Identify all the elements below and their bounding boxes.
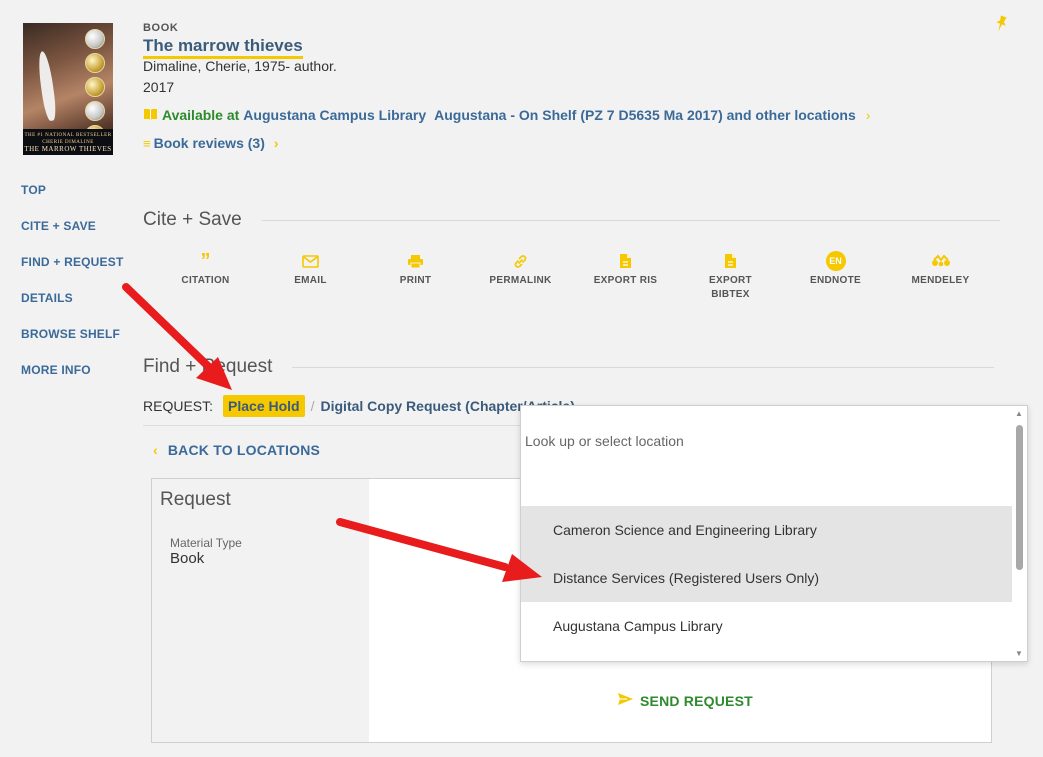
award-medal — [85, 53, 105, 73]
request-form-summary: Request Material Type Book — [152, 479, 369, 742]
material-type-value: Book — [170, 550, 205, 567]
cover-banner: THE #1 NATIONAL BESTSELLER — [24, 133, 112, 138]
cite-save-actions: ” CITATION EMAIL PRINT PERMALINK EXPORT … — [153, 250, 993, 302]
action-label: MENDELEY — [911, 275, 970, 286]
cover-face-paint — [36, 50, 58, 122]
action-label: PRINT — [399, 275, 432, 286]
book-cover-image[interactable]: THE #1 NATIONAL BESTSELLER CHERIE DIMALI… — [23, 23, 113, 155]
cite-save-heading: Cite + Save — [143, 209, 242, 230]
printer-icon — [363, 250, 468, 272]
cite-save-heading-row: Cite + Save — [143, 209, 1000, 231]
chevron-right-icon: › — [273, 135, 279, 151]
mendeley-button[interactable]: MENDELEY — [888, 250, 993, 302]
action-label: EXPORT RIS — [593, 275, 658, 286]
nav-details[interactable]: DETAILS — [21, 288, 123, 324]
book-reviews-link[interactable]: ≡ Book reviews (3) › — [143, 135, 279, 151]
cover-title: THE MARROW THIEVES — [24, 145, 112, 153]
record-type: BOOK — [143, 22, 179, 34]
material-type-label: Material Type — [170, 536, 242, 550]
endnote-button[interactable]: EN ENDNOTE — [783, 250, 888, 302]
find-request-heading-row: Find + Request — [143, 356, 995, 378]
section-divider — [261, 219, 1000, 221]
record-year: 2017 — [143, 79, 175, 95]
action-label: EXPORT BIBTEX — [709, 275, 752, 300]
section-divider — [292, 366, 995, 368]
location-option[interactable]: Distance Services (Registered Users Only… — [521, 554, 1013, 602]
location-dropdown[interactable]: Look up or select location Cameron Scien… — [520, 405, 1028, 662]
location-option[interactable]: Augustana Campus Library — [521, 602, 1013, 650]
request-form-heading: Request — [160, 489, 231, 510]
link-icon — [468, 250, 573, 272]
nav-more-info[interactable]: MORE INFO — [21, 360, 123, 396]
quote-icon: ” — [200, 250, 211, 272]
award-medal — [85, 29, 105, 49]
file-icon — [678, 250, 783, 272]
find-request-heading: Find + Request — [143, 356, 273, 377]
award-medal — [85, 77, 105, 97]
cover-title-band: THE #1 NATIONAL BESTSELLER CHERIE DIMALI… — [23, 129, 113, 155]
book-open-icon — [143, 108, 158, 123]
citation-button[interactable]: ” CITATION — [153, 250, 258, 302]
book-reviews-label: Book reviews (3) — [153, 135, 265, 151]
list-icon: ≡ — [143, 135, 151, 151]
request-type-row: REQUEST: Place Hold / Digital Copy Reque… — [143, 395, 575, 417]
en-badge-icon: EN — [783, 250, 888, 272]
side-navigation: TOP CITE + SAVE FIND + REQUEST DETAILS B… — [21, 180, 123, 396]
mendeley-icon — [888, 250, 993, 272]
export-ris-button[interactable]: EXPORT RIS — [573, 250, 678, 302]
pin-icon[interactable] — [993, 15, 1009, 38]
email-button[interactable]: EMAIL — [258, 250, 363, 302]
scroll-up-icon[interactable]: ▲ — [1015, 409, 1023, 418]
permalink-button[interactable]: PERMALINK — [468, 250, 573, 302]
send-icon — [617, 692, 634, 709]
location-search-input[interactable]: Look up or select location — [525, 433, 684, 449]
scroll-down-icon[interactable]: ▼ — [1015, 649, 1023, 658]
availability-line[interactable]: Available at Augustana Campus Library Au… — [143, 107, 870, 123]
file-icon — [573, 250, 678, 272]
availability-location[interactable]: Augustana Campus Library — [243, 107, 426, 123]
place-hold-tab[interactable]: Place Hold — [223, 395, 305, 417]
nav-top[interactable]: TOP — [21, 180, 123, 216]
nav-find-request[interactable]: FIND + REQUEST — [21, 252, 123, 288]
scrollbar-thumb[interactable] — [1016, 425, 1023, 570]
back-to-locations-label: BACK TO LOCATIONS — [167, 442, 321, 458]
action-label: ENDNOTE — [810, 275, 861, 286]
dropdown-scrollbar[interactable]: ▲ ▼ — [1012, 406, 1027, 661]
action-label: CITATION — [181, 275, 230, 286]
back-to-locations-link[interactable]: ‹ BACK TO LOCATIONS — [153, 442, 320, 458]
endnote-badge: EN — [825, 251, 846, 271]
award-medal — [85, 101, 105, 121]
record-title[interactable]: The marrow thieves — [143, 36, 303, 59]
request-label: REQUEST: — [143, 398, 214, 414]
availability-status: Available at — [162, 107, 240, 123]
location-option[interactable]: Cameron Science and Engineering Library — [521, 506, 1013, 554]
export-bibtex-button[interactable]: EXPORT BIBTEX — [678, 250, 783, 302]
print-button[interactable]: PRINT — [363, 250, 468, 302]
envelope-icon — [258, 250, 363, 272]
action-label: PERMALINK — [489, 275, 552, 286]
nav-browse-shelf[interactable]: BROWSE SHELF — [21, 324, 123, 360]
availability-shelf[interactable]: Augustana - On Shelf (PZ 7 D5635 Ma 2017… — [434, 107, 856, 123]
chevron-right-icon: › — [865, 107, 871, 123]
record-author: Dimaline, Cherie, 1975- author. — [143, 58, 337, 74]
send-request-button[interactable]: SEND REQUEST — [617, 692, 753, 709]
chevron-left-icon: ‹ — [153, 442, 158, 458]
nav-cite-save[interactable]: CITE + SAVE — [21, 216, 123, 252]
action-label: EMAIL — [294, 275, 327, 286]
separator: / — [310, 398, 315, 414]
send-request-label: SEND REQUEST — [640, 692, 753, 709]
